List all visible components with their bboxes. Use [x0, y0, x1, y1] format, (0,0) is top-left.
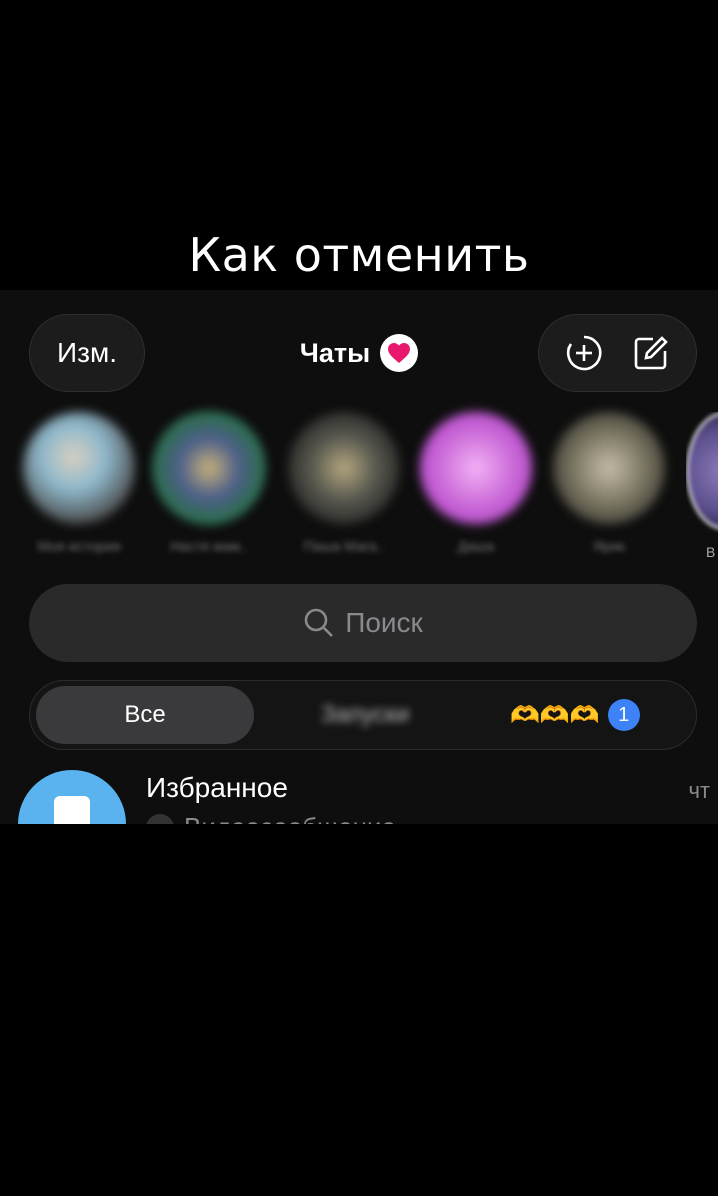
- unread-count-badge: 1: [607, 699, 640, 731]
- story-label: Паша Мага..: [303, 538, 385, 554]
- story-avatar: [23, 412, 135, 524]
- chat-name: Избранное: [146, 772, 288, 803]
- story-item[interactable]: Моя история: [19, 412, 139, 554]
- video-message-icon: [146, 813, 174, 824]
- compose-icon[interactable]: [630, 332, 672, 374]
- story-item[interactable]: Даша: [416, 412, 536, 554]
- search-icon: [304, 608, 334, 637]
- story-label: Ярик: [593, 538, 625, 554]
- chat-preview: Видеосообщение: [146, 812, 396, 824]
- add-story-icon[interactable]: [563, 332, 605, 374]
- story-avatar: [553, 412, 665, 524]
- bookmark-icon: [54, 796, 90, 824]
- story-avatar: [686, 412, 718, 530]
- video-caption: Как отменить: [188, 228, 530, 282]
- story-avatar: [420, 412, 532, 524]
- tab-all[interactable]: Все: [36, 686, 254, 744]
- chat-preview-text: Видеосообщение: [184, 812, 396, 824]
- story-item[interactable]: Настя мам..: [149, 412, 269, 554]
- tab-hearts[interactable]: 🫶🫶🫶 1: [510, 686, 640, 744]
- tab-folder[interactable]: Запуски: [295, 686, 435, 744]
- tab-hearts-label: 🫶🫶🫶: [510, 701, 600, 729]
- story-item[interactable]: В: [686, 412, 718, 560]
- telegram-chats-screen: Изм. Чаты Моя история Настя мам.. Паша М…: [0, 290, 718, 824]
- chat-time: чт: [688, 778, 710, 803]
- story-item[interactable]: Ярик: [549, 412, 669, 554]
- story-avatar: [153, 412, 265, 524]
- story-label: Настя мам..: [170, 538, 248, 554]
- story-avatar: [288, 412, 400, 524]
- saved-messages-avatar: [18, 770, 126, 824]
- page-title: Чаты: [299, 337, 371, 368]
- search-bar[interactable]: Поиск: [29, 584, 697, 662]
- search-placeholder: Поиск: [345, 607, 423, 638]
- header-actions: [538, 314, 697, 392]
- story-label: Даша: [457, 538, 495, 554]
- stories-row: Моя история Настя мам.. Паша Мага.. Даша…: [0, 412, 718, 562]
- story-label: Моя история: [37, 538, 121, 554]
- story-item[interactable]: Паша Мага..: [284, 412, 404, 554]
- chat-list-item[interactable]: Избранное чт Видеосообщение: [0, 768, 718, 824]
- chat-filter-tabs: Все Запуски 🫶🫶🫶 1: [29, 680, 697, 750]
- heart-icon[interactable]: [380, 334, 419, 372]
- story-label: В: [706, 544, 716, 560]
